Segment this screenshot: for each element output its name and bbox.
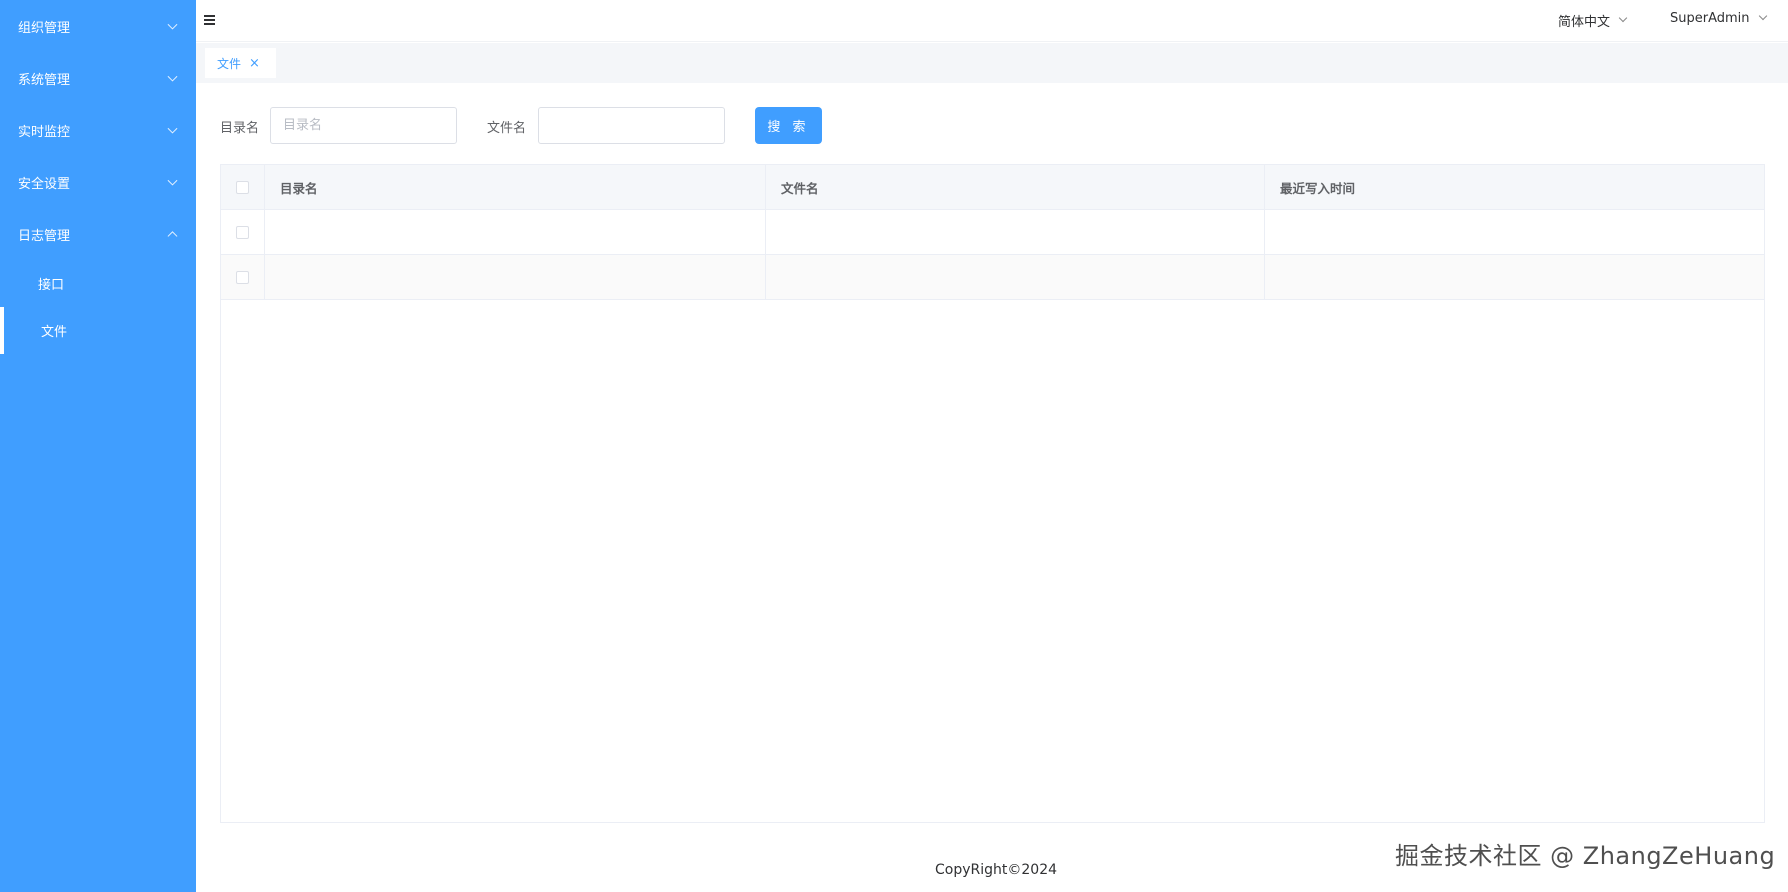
table-row[interactable] <box>221 255 1764 300</box>
menu-system[interactable]: 系统管理 <box>0 52 196 104</box>
chevron-up-icon <box>167 231 178 242</box>
tags-view-bar: 文件 × <box>196 43 1788 83</box>
sidebar: 组织管理 系统管理 实时监控 安全设置 日志管理 接口 文件 <box>0 0 196 892</box>
copyright-text: CopyRight©2024 <box>935 862 1058 878</box>
menu-label: 安全设置 <box>18 176 71 192</box>
table-row[interactable] <box>221 210 1764 255</box>
file-label: 文件名 <box>487 121 527 136</box>
chevron-down-icon <box>167 175 178 186</box>
cell-dir <box>265 210 766 254</box>
cell-time <box>1265 210 1764 254</box>
user-dropdown[interactable]: SuperAdmin <box>1670 11 1767 26</box>
cell-time <box>1265 255 1764 299</box>
column-header-file: 文件名 <box>766 165 1265 209</box>
row-checkbox[interactable] <box>236 225 249 239</box>
menu-log[interactable]: 日志管理 <box>0 208 196 260</box>
user-name: SuperAdmin <box>1670 11 1750 26</box>
cell-dir <box>265 255 766 299</box>
submenu-label: 接口 <box>38 278 65 293</box>
menu-org[interactable]: 组织管理 <box>0 0 196 52</box>
row-checkbox[interactable] <box>236 270 249 284</box>
file-input[interactable] <box>538 107 725 144</box>
file-table: 目录名 文件名 最近写入时间 <box>220 164 1765 823</box>
table-header-row: 目录名 文件名 最近写入时间 <box>221 165 1764 210</box>
chevron-down-icon <box>167 19 178 30</box>
app-root: 组织管理 系统管理 实时监控 安全设置 日志管理 接口 文件 简体中文 Supe… <box>0 0 1788 892</box>
submenu-label: 文件 <box>41 325 68 340</box>
cell-file <box>766 255 1265 299</box>
dir-input[interactable] <box>270 107 457 144</box>
submenu-item-file[interactable]: 文件 <box>0 307 196 354</box>
menu-label: 组织管理 <box>18 20 71 36</box>
close-icon[interactable]: × <box>249 57 260 70</box>
language-dropdown[interactable]: 简体中文 <box>1558 11 1628 30</box>
menu-label: 系统管理 <box>18 72 71 88</box>
menu-label: 实时监控 <box>18 124 71 140</box>
tag-file[interactable]: 文件 × <box>205 48 276 78</box>
menu-label: 日志管理 <box>18 228 71 244</box>
cell-file <box>766 210 1265 254</box>
tag-label: 文件 <box>217 56 242 71</box>
menu-monitor[interactable]: 实时监控 <box>0 104 196 156</box>
column-header-dir: 目录名 <box>265 165 766 209</box>
chevron-down-icon <box>1758 11 1767 20</box>
hamburger-menu-icon[interactable] <box>204 15 215 25</box>
chevron-down-icon <box>1618 13 1628 22</box>
search-button[interactable]: 搜 索 <box>755 107 822 144</box>
chevron-down-icon <box>167 71 178 82</box>
column-header-time: 最近写入时间 <box>1280 180 1356 196</box>
watermark-text: 掘金技术社区 @ ZhangZeHuang <box>1395 842 1776 870</box>
dir-label: 目录名 <box>220 121 260 136</box>
menu-security[interactable]: 安全设置 <box>0 156 196 208</box>
submenu-item-interface[interactable]: 接口 <box>0 260 196 307</box>
chevron-down-icon <box>167 123 178 134</box>
select-all-checkbox[interactable] <box>236 180 249 194</box>
language-label: 简体中文 <box>1558 15 1611 30</box>
top-header: 简体中文 SuperAdmin <box>196 0 1788 42</box>
